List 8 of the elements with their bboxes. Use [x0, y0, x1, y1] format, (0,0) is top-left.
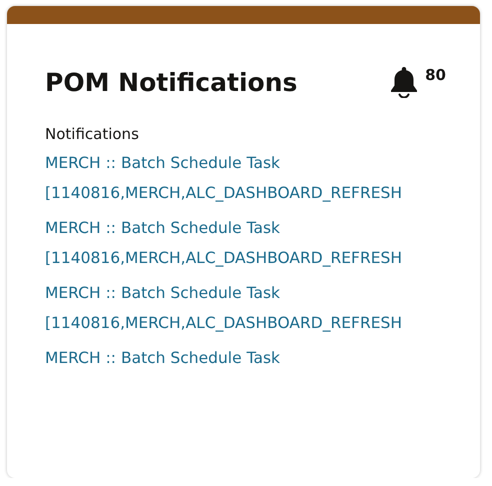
- notification-link[interactable]: MERCH :: Batch Schedule Task: [45, 343, 450, 373]
- notification-count: 80: [425, 66, 446, 84]
- section-label: Notifications: [45, 124, 140, 144]
- bell-icon[interactable]: [389, 66, 420, 98]
- notification-link[interactable]: MERCH :: Batch Schedule Task [1140816,MERCH,ALC_DASHBOARD_REFRESH: [45, 213, 450, 273]
- notification-link[interactable]: MERCH :: Batch Schedule Task [1140816,MERCH,ALC_DASHBOARD_REFRESH: [45, 278, 450, 338]
- notification-link[interactable]: MERCH :: Batch Schedule Task [1140816,MERCH,ALC_DASHBOARD_REFRESH: [45, 148, 450, 208]
- card-title: POM Notifications: [45, 67, 298, 99]
